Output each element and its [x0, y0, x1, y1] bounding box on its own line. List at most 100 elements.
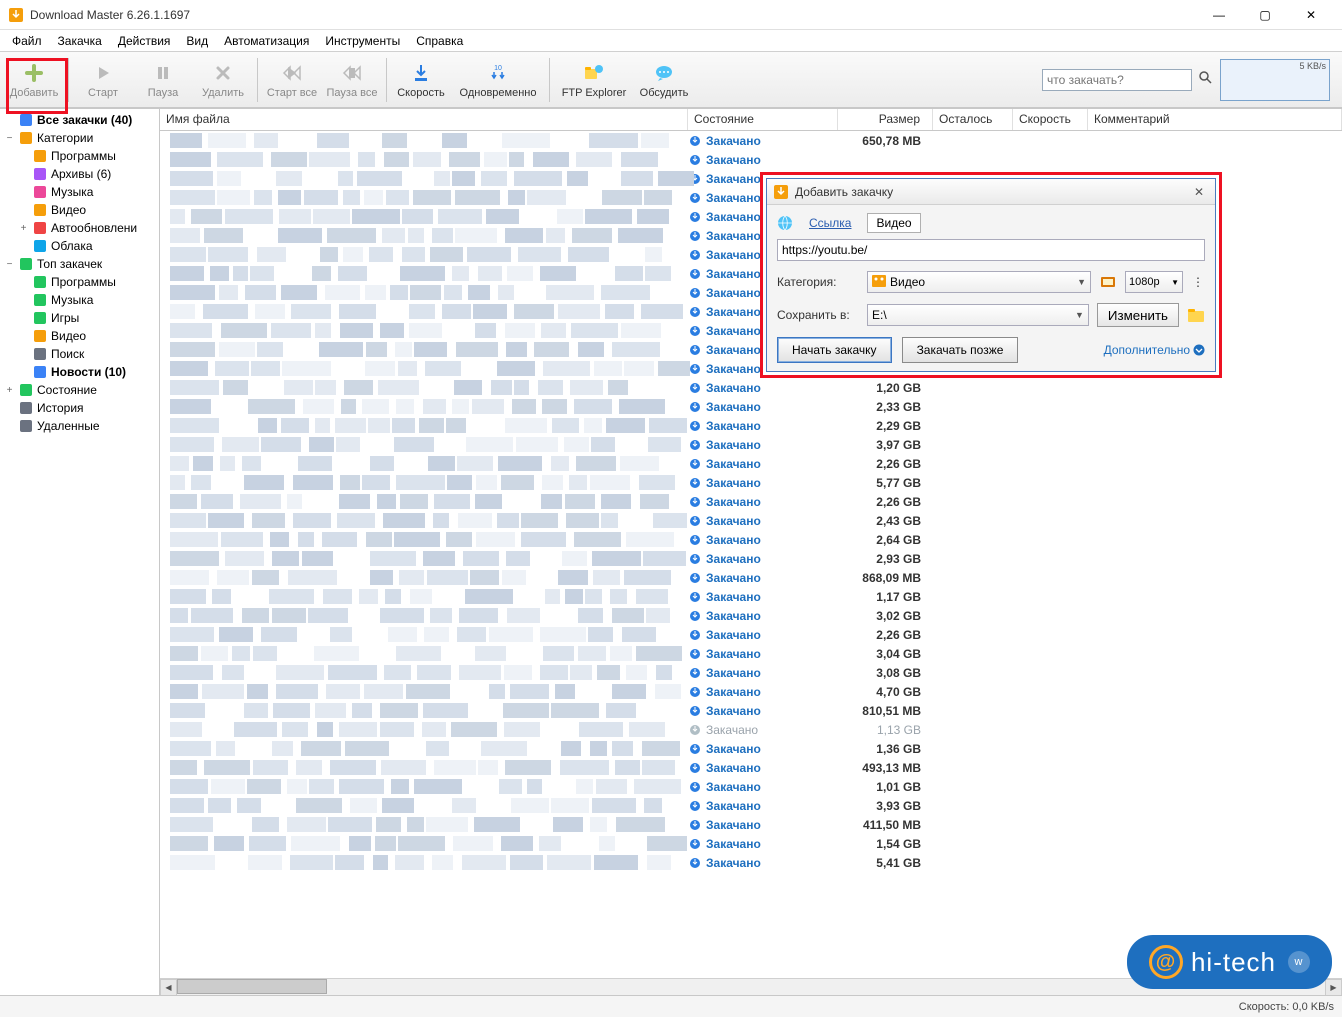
size-label: 2,26 GB: [838, 495, 933, 509]
col-filename[interactable]: Имя файла: [160, 109, 688, 130]
tree-item[interactable]: Облака: [0, 237, 159, 255]
state-label: Закачано: [706, 495, 761, 509]
size-label: 3,97 GB: [838, 438, 933, 452]
col-state[interactable]: Состояние: [688, 109, 838, 130]
menu-automation[interactable]: Автоматизация: [216, 32, 317, 50]
play-icon: [91, 61, 115, 85]
col-remain[interactable]: Осталось: [933, 109, 1013, 130]
dialog-close-icon[interactable]: ✕: [1189, 185, 1209, 199]
tree-item[interactable]: Поиск: [0, 345, 159, 363]
tree-label: Автообновлени: [51, 221, 137, 235]
start-all-button[interactable]: Старт все: [262, 54, 322, 106]
state-label: Закачано: [706, 704, 761, 718]
tree-item[interactable]: −Топ закачек: [0, 255, 159, 273]
delete-button[interactable]: Удалить: [193, 54, 253, 106]
pause-all-icon: [340, 61, 364, 85]
tree-label: Музыка: [51, 293, 93, 307]
url-input[interactable]: [777, 239, 1205, 261]
tree-item[interactable]: −Категории: [0, 129, 159, 147]
expand-icon[interactable]: −: [4, 133, 15, 144]
tree-item[interactable]: Программы: [0, 147, 159, 165]
save-path-combo[interactable]: E:\ ▼: [867, 304, 1089, 326]
start-button[interactable]: Старт: [73, 54, 133, 106]
tree-item[interactable]: Все закачки (40): [0, 111, 159, 129]
scroll-right-icon[interactable]: ▶: [1325, 979, 1342, 996]
state-icon: [688, 495, 702, 509]
state-icon: [688, 666, 702, 680]
menu-actions[interactable]: Действия: [110, 32, 179, 50]
menu-tools[interactable]: Инструменты: [317, 32, 408, 50]
category-combo[interactable]: Видео ▼: [867, 271, 1091, 293]
tree-item[interactable]: Новости (10): [0, 363, 159, 381]
category-icon: [18, 256, 34, 272]
minimize-button[interactable]: —: [1196, 0, 1242, 30]
tree-item[interactable]: Видео: [0, 201, 159, 219]
tree-item[interactable]: История: [0, 399, 159, 417]
search-input[interactable]: [1042, 69, 1192, 91]
close-button[interactable]: ✕: [1288, 0, 1334, 30]
tree-item[interactable]: Игры: [0, 309, 159, 327]
tree-item[interactable]: Музыка: [0, 183, 159, 201]
tree-item[interactable]: Музыка: [0, 291, 159, 309]
tree-item[interactable]: +Состояние: [0, 381, 159, 399]
size-label: 3,93 GB: [838, 799, 933, 813]
simultaneous-button[interactable]: 10 Одновременно: [451, 54, 545, 106]
menu-view[interactable]: Вид: [178, 32, 216, 50]
ftp-button[interactable]: FTP Explorer: [554, 54, 634, 106]
pause-all-button[interactable]: Пауза все: [322, 54, 382, 106]
menu-file[interactable]: Файл: [4, 32, 50, 50]
expand-icon[interactable]: +: [4, 385, 15, 396]
maximize-button[interactable]: ▢: [1242, 0, 1288, 30]
tree-item[interactable]: Удаленные: [0, 417, 159, 435]
state-label: Закачано: [706, 609, 761, 623]
category-settings-icon[interactable]: [1099, 273, 1117, 291]
tree-item[interactable]: + Автообновлени: [0, 219, 159, 237]
advanced-link[interactable]: Дополнительно: [1104, 343, 1205, 357]
size-label: 3,08 GB: [838, 666, 933, 680]
expand-icon[interactable]: −: [4, 259, 15, 270]
expand-icon[interactable]: +: [18, 223, 29, 234]
add-button[interactable]: Добавить: [4, 54, 64, 106]
size-label: 1,20 GB: [838, 381, 933, 395]
more-icon[interactable]: ⋮: [1191, 275, 1205, 289]
pause-button[interactable]: Пауза: [133, 54, 193, 106]
col-speed[interactable]: Скорость: [1013, 109, 1088, 130]
category-icon: [32, 220, 48, 236]
tree-item[interactable]: Программы: [0, 273, 159, 291]
globe-icon: [777, 215, 793, 231]
speed-button[interactable]: Скорость: [391, 54, 451, 106]
col-comment[interactable]: Комментарий: [1088, 109, 1342, 130]
tab-video[interactable]: Видео: [867, 213, 920, 233]
start-download-button[interactable]: Начать закачку: [777, 337, 892, 363]
size-label: 5,41 GB: [838, 856, 933, 870]
state-label: Закачано: [706, 457, 761, 471]
state-icon: [688, 381, 702, 395]
search-icon[interactable]: [1198, 70, 1214, 89]
tree-item[interactable]: Архивы (6): [0, 165, 159, 183]
folder-icon[interactable]: [1187, 306, 1205, 324]
tree-item[interactable]: Видео: [0, 327, 159, 345]
scroll-thumb[interactable]: [177, 979, 327, 994]
change-path-button[interactable]: Изменить: [1097, 303, 1179, 327]
category-icon: [32, 166, 48, 182]
state-label: Закачано: [706, 153, 761, 167]
col-size[interactable]: Размер: [838, 109, 933, 130]
state-icon: [688, 286, 702, 300]
scroll-left-icon[interactable]: ◀: [160, 979, 177, 996]
state-icon: [688, 362, 702, 376]
state-icon: [688, 533, 702, 547]
download-later-button[interactable]: Закачать позже: [902, 337, 1019, 363]
category-icon: [32, 238, 48, 254]
tree-label: Программы: [51, 149, 116, 163]
size-label: 1,54 GB: [838, 837, 933, 851]
plus-icon: [22, 61, 46, 85]
state-label: Закачано: [706, 229, 761, 243]
quality-combo[interactable]: 1080p ▼: [1125, 271, 1183, 293]
menu-help[interactable]: Справка: [408, 32, 471, 50]
discuss-button[interactable]: Обсудить: [634, 54, 694, 106]
tab-link[interactable]: Ссылка: [801, 214, 859, 232]
state-label: Закачано: [706, 438, 761, 452]
state-icon: [688, 552, 702, 566]
menu-download[interactable]: Закачка: [50, 32, 110, 50]
state-icon: [688, 400, 702, 414]
